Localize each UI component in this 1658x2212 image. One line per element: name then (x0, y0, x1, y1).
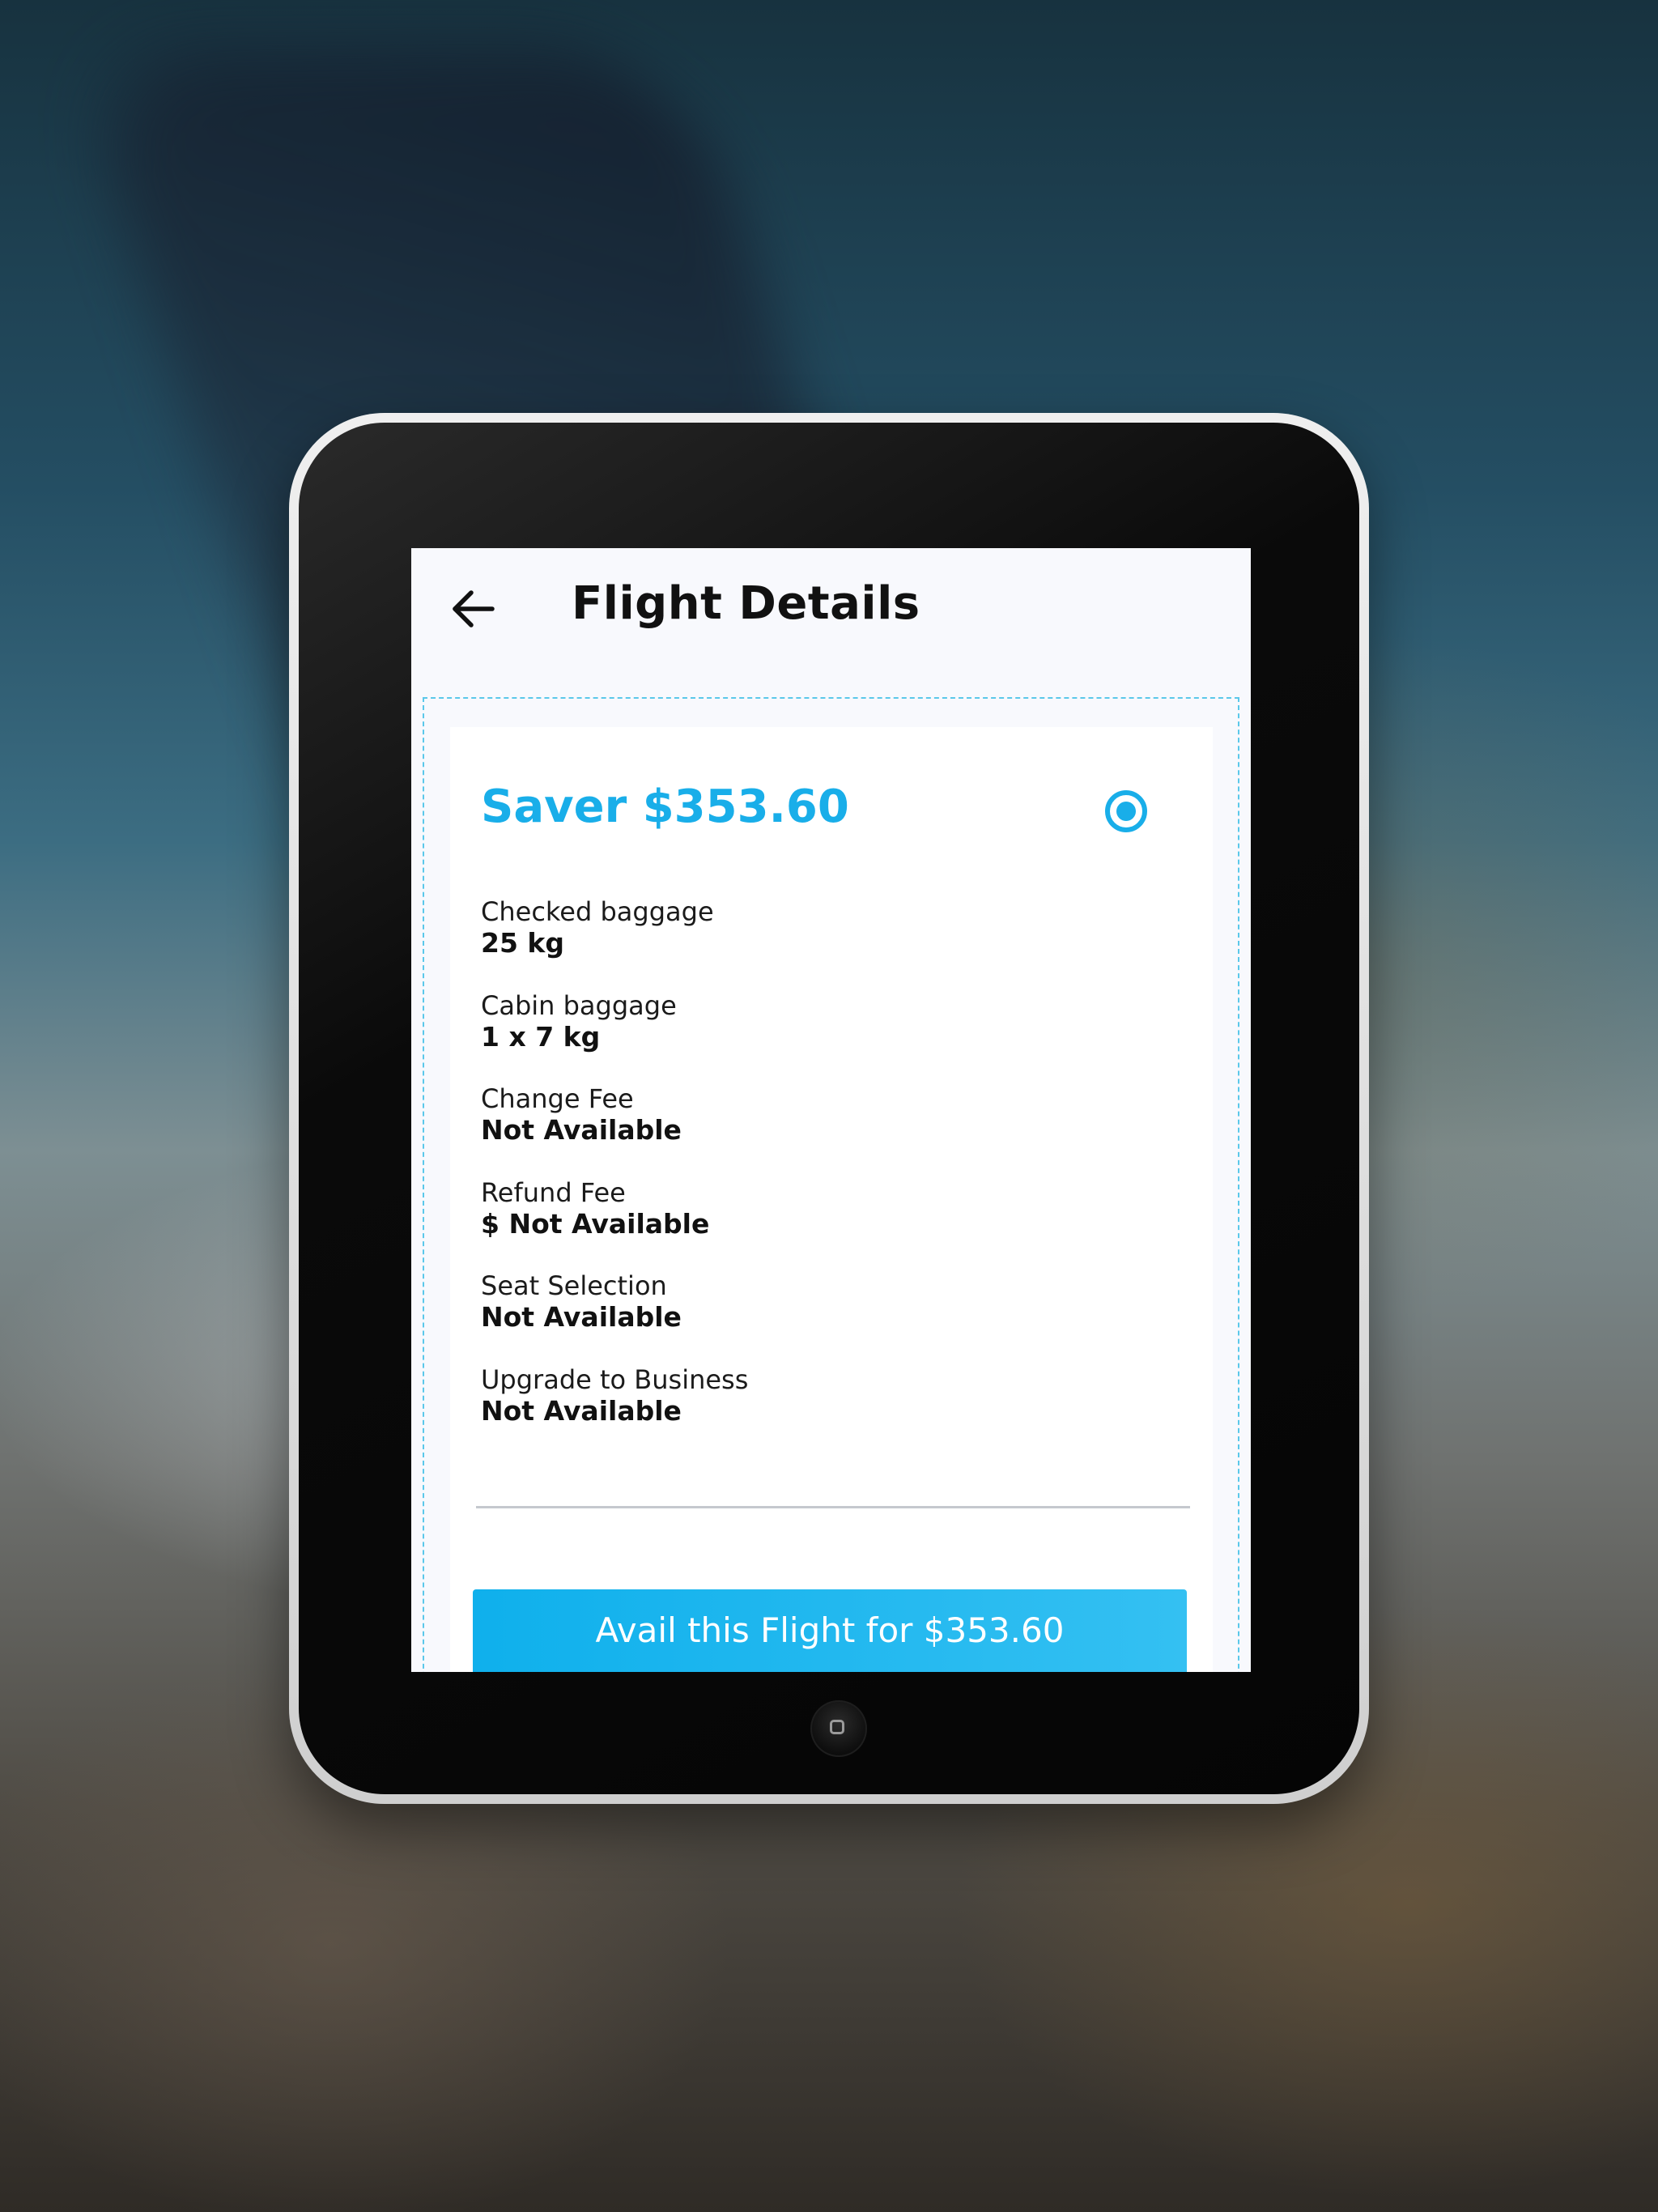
radio-dot-icon (1116, 802, 1136, 821)
feature-upgrade-business: Upgrade to Business Not Available (481, 1363, 1145, 1457)
feature-label: Seat Selection (481, 1270, 667, 1302)
feature-value: Not Available (481, 1301, 682, 1334)
feature-value: Not Available (481, 1114, 682, 1146)
fare-card[interactable]: Saver $353.60 Checked baggage 25 kg Cabi… (450, 727, 1213, 1672)
feature-label: Refund Fee (481, 1176, 626, 1208)
feature-value: 25 kg (481, 927, 564, 959)
feature-value: 1 x 7 kg (481, 1020, 601, 1053)
home-button[interactable] (810, 1700, 867, 1757)
feature-seat-selection: Seat Selection Not Available (481, 1270, 1145, 1363)
feature-cabin-baggage: Cabin baggage 1 x 7 kg (481, 989, 1145, 1083)
avail-flight-button[interactable]: Avail this Flight for $353.60 (473, 1589, 1187, 1672)
divider (476, 1506, 1190, 1508)
feature-value: $ Not Available (481, 1207, 710, 1240)
back-button[interactable] (444, 581, 500, 637)
fare-radio-selected[interactable] (1105, 790, 1147, 832)
feature-label: Cabin baggage (481, 989, 677, 1021)
home-square-icon (830, 1720, 844, 1734)
feature-label: Checked baggage (481, 896, 714, 927)
fare-features-list: Checked baggage 25 kg Cabin baggage 1 x … (481, 895, 1145, 1457)
feature-checked-baggage: Checked baggage 25 kg (481, 895, 1145, 989)
page-title: Flight Details (572, 577, 920, 630)
app-bar: Flight Details (411, 548, 1251, 661)
feature-label: Upgrade to Business (481, 1363, 749, 1395)
feature-refund-fee: Refund Fee $ Not Available (481, 1176, 1145, 1270)
fare-title: Saver $353.60 (481, 781, 849, 833)
feature-value: Not Available (481, 1394, 682, 1427)
arrow-left-icon (453, 590, 495, 627)
feature-change-fee: Change Fee Not Available (481, 1083, 1145, 1176)
feature-label: Change Fee (481, 1083, 634, 1115)
app-screen: Flight Details Saver $353.60 Checked bag… (411, 548, 1251, 1672)
